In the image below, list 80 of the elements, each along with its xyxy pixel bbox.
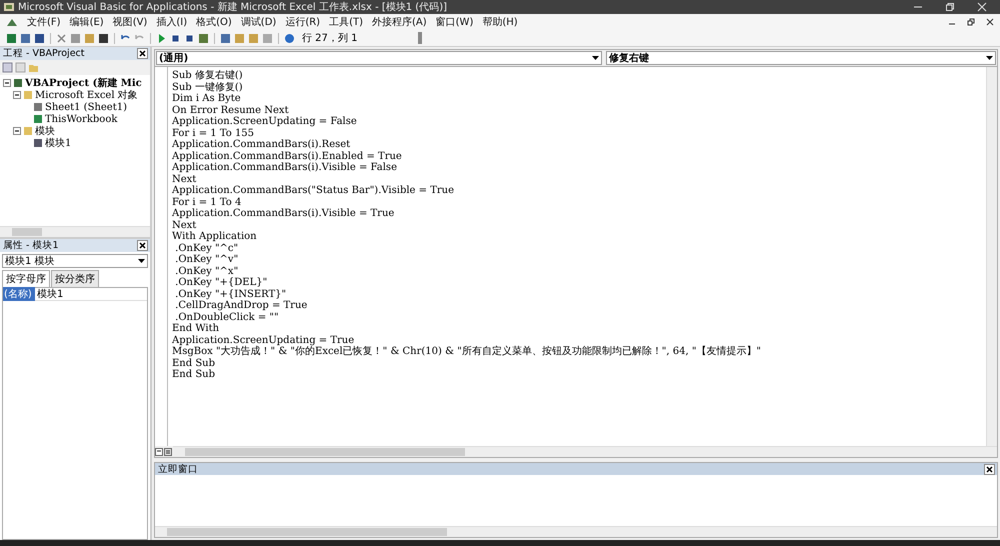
window-title: Microsoft Visual Basic for Applications - 新建 Microsoft Excel 工作表.xlsx - [模块1 (代码)] [18, 0, 447, 14]
properties-tab[interactable]: 按分类序 [51, 270, 99, 287]
code-line: Application.CommandBars(i).Enabled = True [172, 150, 403, 162]
code-line: .OnKey "^v" [174, 254, 240, 266]
procedure-view-icon[interactable] [155, 448, 163, 456]
code-line: End With [172, 323, 220, 334]
collapse-icon[interactable] [13, 91, 21, 99]
code-line: .OnDoubleClick = "" [174, 312, 280, 323]
toolbar-grip[interactable] [418, 32, 422, 44]
tree-item[interactable]: 模块 [35, 124, 55, 138]
menu-item[interactable]: 格式(O) [196, 15, 232, 29]
view-code-icon[interactable] [2, 62, 13, 73]
property-value[interactable]: 模块1 [35, 287, 64, 301]
menu-item[interactable]: 调试(D) [240, 15, 276, 29]
pane-title: 工程 - VBAProject [3, 47, 84, 60]
vertical-scrollbar[interactable] [986, 67, 997, 446]
code-line: .OnKey "+{INSERT}" [174, 288, 288, 300]
cursor-position: 行 27，列 1 [302, 32, 358, 45]
code-line: Application.CommandBars(i).Visible = True [172, 208, 396, 220]
collapse-icon[interactable] [3, 79, 11, 87]
horizontal-scrollbar[interactable] [0, 226, 150, 237]
code-line: Next [172, 174, 198, 185]
menu-item[interactable]: 外接程序(A) [372, 15, 427, 29]
tree-item[interactable]: Microsoft Excel 对象 [35, 88, 138, 102]
close-icon[interactable] [984, 464, 995, 474]
caret-icon [592, 56, 599, 60]
tree-item[interactable]: VBAProject (新建 Mic [25, 76, 142, 90]
code-line: Dim i As Byte [172, 93, 242, 104]
menu-item[interactable]: 运行(R) [285, 15, 320, 29]
folder-icon [23, 90, 33, 100]
menu-item[interactable]: 窗口(W) [436, 15, 474, 29]
code-line: End Sub [172, 358, 216, 369]
close-icon[interactable] [137, 48, 148, 59]
module-view-icon[interactable] [164, 448, 172, 456]
close-icon[interactable] [137, 240, 148, 251]
code-line: Application.CommandBars("Status Bar").Visible = True [172, 185, 456, 196]
collapse-icon[interactable] [13, 127, 21, 135]
caret-icon [138, 258, 145, 264]
object-dropdown[interactable]: (通用) [156, 51, 602, 65]
code-line: Application.CommandBars(i).Visible = False [172, 162, 398, 174]
code-line: Application.CommandBars(i).Reset [172, 139, 352, 150]
code-line: .CellDragAndDrop = True [174, 300, 308, 312]
pane-title: 立即窗口 [158, 462, 198, 476]
tree-item[interactable]: ThisWorkbook [45, 114, 118, 124]
code-line: End Sub [172, 369, 216, 380]
code-line: .OnKey "^x" [174, 266, 240, 277]
run-icon[interactable] [156, 32, 167, 44]
code-line: For i = 1 To 4 [172, 196, 242, 208]
code-line: .OnKey "+{DEL}" [174, 277, 268, 288]
code-line: MsgBox "大功告成！" & "你的Excel已恢复！" & Chr(10) & "所有自定义菜单、按钮及功能限制均已解除！", 64, "【友情提示】" [172, 346, 762, 358]
close-icon[interactable] [986, 18, 994, 26]
code-line: .OnKey "^c" [174, 242, 240, 254]
caret-icon [986, 56, 993, 60]
stop-icon[interactable] [184, 32, 195, 44]
menu-item[interactable]: 编辑(E) [70, 15, 104, 29]
restore-icon[interactable] [967, 18, 975, 26]
menu-item[interactable]: 工具(T) [329, 15, 363, 29]
code-line: With Application [172, 231, 258, 242]
tree-item[interactable]: Sheet1 (Sheet1) [45, 102, 127, 112]
menu-item[interactable]: 帮助(H) [482, 15, 518, 29]
tree-item[interactable]: 模块1 [45, 136, 72, 150]
code-line: Application.ScreenUpdating = False [172, 116, 358, 128]
code-line: Next [172, 220, 198, 231]
menu-item[interactable]: 视图(V) [112, 15, 148, 29]
restore-icon[interactable] [945, 2, 955, 12]
code-line: Application.ScreenUpdating = True [172, 334, 356, 346]
procedure-dropdown[interactable]: 修复右键 [606, 51, 996, 65]
code-line: Sub 一键修复() [172, 82, 244, 93]
code-line: On Error Resume Next [172, 104, 290, 116]
property-name[interactable]: (名称) [3, 287, 35, 301]
code-line: For i = 1 To 155 [172, 128, 256, 139]
folder-icon [23, 126, 33, 136]
menu-item[interactable]: 插入(I) [156, 15, 188, 29]
horizontal-scrollbar[interactable] [155, 526, 997, 537]
code-line: Sub 修复右键() [172, 70, 244, 82]
menu-item[interactable]: 文件(F) [27, 15, 61, 29]
pane-title: 属性 - 模块1 [3, 239, 59, 252]
properties-tab[interactable]: 按字母序 [2, 270, 50, 287]
horizontal-scrollbar[interactable] [173, 446, 997, 457]
object-dropdown[interactable]: 模块1 模块 [2, 254, 148, 268]
